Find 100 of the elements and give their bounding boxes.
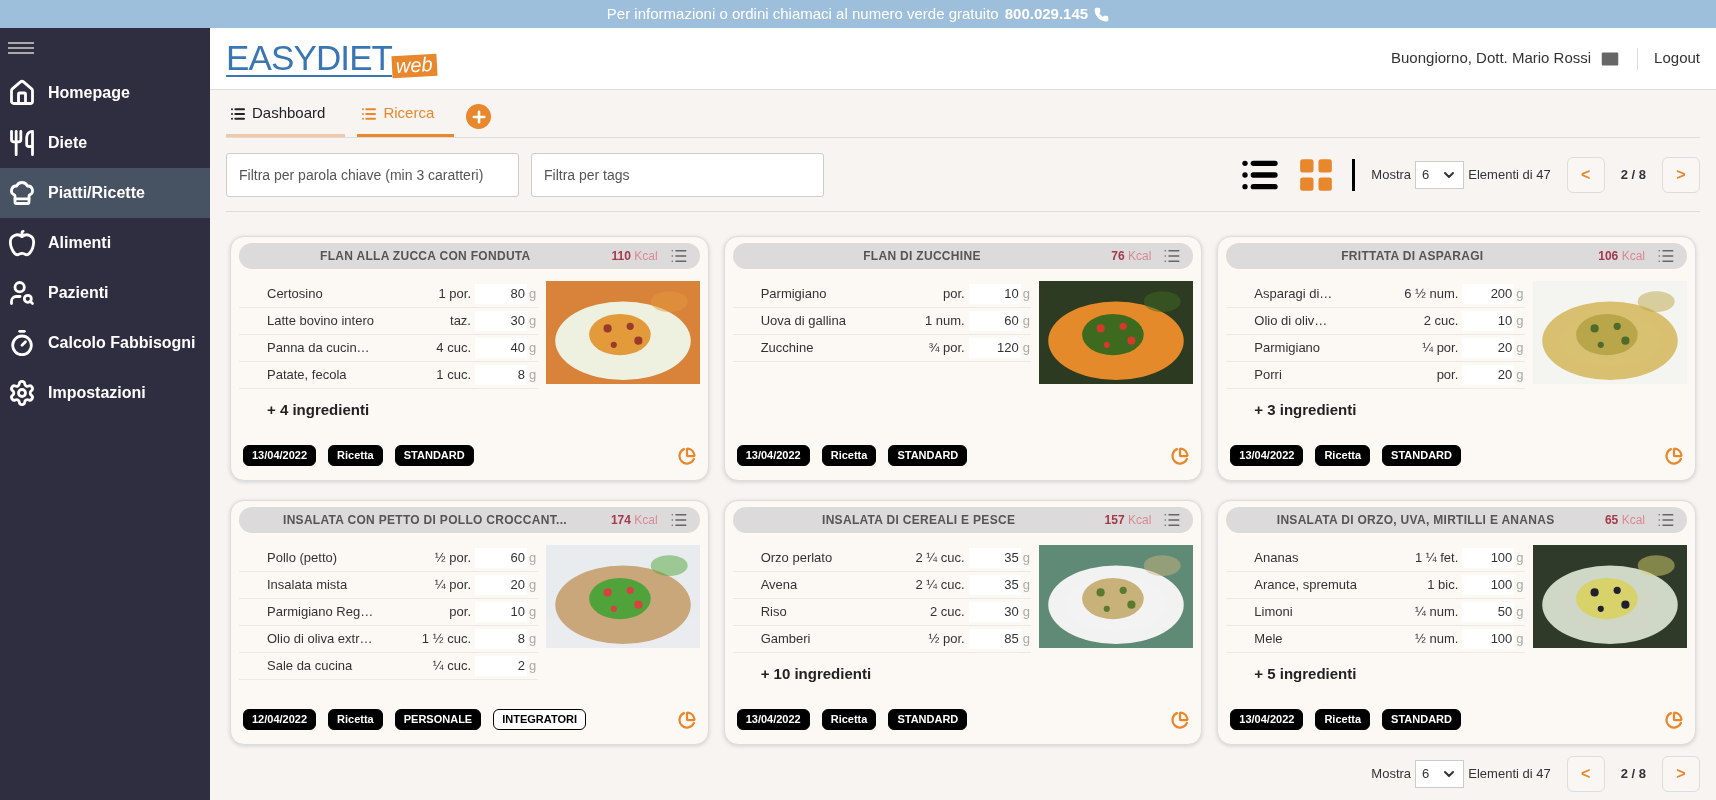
grams-field: 30 (475, 311, 527, 331)
grams-unit: g (529, 339, 537, 358)
ingredient-quantity: 6 ½ num. (1403, 285, 1459, 304)
stopwatch-icon (8, 329, 36, 357)
recipe-card[interactable]: INSALATA DI ORZO, UVA, MIRTILLI E ANANAS 65 Kcal Ananas 1 ¼ fet. 100 g Arance, spremuta 1 bic. 100 g Limoni ¼ num. 50 g Mele ½ num. 100 g + 5 ingredienti 13/04/2022 Ricetta STANDARD (1217, 500, 1696, 745)
menu-icon[interactable] (8, 42, 34, 54)
page-indicator: 2 / 8 (1620, 765, 1646, 784)
logout-link[interactable]: Logout (1654, 47, 1700, 70)
recipe-card[interactable]: FLAN DI ZUCCHINE 76 Kcal Parmigiano por. 10 g Uova di gallina 1 num. 60 g Zucchine ¾ por. 120 g 13/04/2022 Ricetta STANDARD (723, 236, 1203, 481)
pie-chart-icon[interactable] (1665, 710, 1683, 729)
elements-count: Elementi di 47 (1468, 165, 1551, 184)
ingredient-name: Ananas (1254, 549, 1300, 568)
ingredient-quantity: ¼ num. (1413, 603, 1459, 622)
tag: INTEGRATORI (493, 709, 586, 730)
sidebar-item[interactable]: Diete (0, 118, 210, 168)
ingredient-name: Certosino (267, 285, 324, 304)
pie-chart-icon[interactable] (1171, 710, 1190, 729)
grams-unit: g (1516, 312, 1524, 331)
sidebar-item[interactable]: Homepage (0, 68, 210, 118)
grams-field: 120 (968, 338, 1021, 358)
grams-unit: g (529, 285, 537, 304)
calories: 110 Kcal (611, 248, 658, 265)
tag: 13/04/2022 (1230, 709, 1304, 730)
ingredient-quantity: ½ por. (433, 549, 471, 568)
grams-field: 8 (475, 365, 527, 385)
ingredient-quantity: por. (941, 285, 965, 304)
ingredient-quantity: por. (448, 603, 471, 622)
sidebar-item[interactable]: Piatti/Ricette (0, 168, 210, 218)
grams-field: 60 (968, 311, 1021, 331)
sidebar-item[interactable]: Pazienti (0, 268, 210, 318)
tag: Ricetta (1315, 445, 1371, 466)
add-button[interactable] (466, 104, 492, 129)
tags-filter-field[interactable]: Filtra per tags (531, 152, 824, 197)
page-size-select[interactable]: 6 (1415, 760, 1465, 788)
grams-unit: g (1516, 576, 1524, 595)
tag: PERSONALE (394, 709, 482, 730)
grams-unit: g (529, 576, 537, 595)
tag: Ricetta (821, 709, 877, 730)
ingredient-quantity: 4 cuc. (435, 339, 471, 358)
grams-field: 30 (968, 602, 1021, 622)
logo[interactable]: EASYDIETweb (226, 40, 437, 77)
ingredient-name: Riso (760, 603, 788, 622)
ingredient-quantity: ¼ por. (1421, 339, 1459, 358)
pie-chart-icon[interactable] (1171, 446, 1190, 465)
ingredient-quantity: 2 ¼ cuc. (914, 549, 965, 568)
more-ingredients-link[interactable]: + 5 ingredienti (1226, 663, 1357, 686)
ingredient-name: Parmigiano (1254, 339, 1322, 358)
grams-unit: g (1022, 603, 1030, 622)
recipe-card[interactable]: INSALATA DI CEREALI E PESCE 157 Kcal Orzo perlato 2 ¼ cuc. 35 g Avena 2 ¼ cuc. 35 g Riso 2 cuc. 30 g Gamberi ½ por. 85 g + 10 ingredienti 13/04/2022 Ricetta STANDARD (723, 500, 1203, 745)
utensils-icon (8, 129, 36, 157)
more-ingredients-link[interactable]: + 10 ingredienti (732, 663, 872, 686)
list-icon[interactable] (1657, 511, 1675, 529)
grams-field: 2 (475, 656, 527, 676)
chef-hat-icon (8, 179, 36, 207)
ingredient-quantity: 2 ¼ cuc. (914, 576, 965, 595)
grams-field: 10 (475, 602, 527, 622)
grams-field: 20 (475, 575, 527, 595)
phone-icon (1094, 6, 1110, 22)
ingredient-name: Insalata mista (267, 576, 349, 595)
tag: 13/04/2022 (1230, 445, 1304, 466)
ingredient-quantity: 1 ½ cuc. (420, 630, 471, 649)
more-ingredients-link[interactable]: + 3 ingredienti (1226, 399, 1357, 422)
grams-unit: g (1022, 630, 1030, 649)
tag: Ricetta (328, 445, 383, 466)
ingredient-name: Panna da cucin… (267, 339, 371, 358)
page-indicator: 2 / 8 (1620, 165, 1646, 184)
pie-chart-icon[interactable] (677, 446, 696, 465)
list-icon[interactable] (669, 247, 688, 265)
sidebar-item[interactable]: Impostazioni (0, 368, 210, 418)
tab[interactable]: Dashboard (226, 93, 346, 137)
keyword-filter-field[interactable]: Filtra per parola chiave (min 3 caratteri) (226, 152, 519, 197)
apple-icon (8, 229, 36, 257)
grams-unit: g (1022, 576, 1030, 595)
page-size-select[interactable]: 6 (1415, 160, 1465, 189)
list-icon[interactable] (1657, 247, 1675, 265)
pie-chart-icon[interactable] (1665, 446, 1683, 465)
recipe-card[interactable]: FLAN ALLA ZUCCA CON FONDUTA 110 Kcal Certosino 1 por. 80 g Latte bovino intero taz. 30 g Panna da cucin… 4 cuc. 40 g Patate, fecola 1 cuc. 8 g + 4 ingredienti 13/04/2022 Ricetta STANDARD (230, 236, 709, 481)
recipe-title: FLAN ALLA ZUCCA CON FONDUTA (319, 248, 532, 265)
grams-field: 35 (968, 575, 1021, 595)
recipe-card[interactable]: FRITTATA DI ASPARAGI 106 Kcal Asparagi di… 6 ½ num. 200 g Olio di oliv… 2 cuc. 10 g Parmigiano ¼ por. 20 g Porri por. 20 g + 3 ingredienti 13/04/2022 Ricetta STANDARD (1217, 236, 1696, 481)
sidebar-item[interactable]: Calcolo Fabbisogni (0, 318, 210, 368)
list-icon[interactable] (1163, 247, 1182, 265)
grams-field: 8 (475, 629, 527, 649)
grams-unit: g (1516, 630, 1524, 649)
ingredient-quantity: ½ num. (1413, 630, 1459, 649)
pie-chart-icon[interactable] (677, 710, 696, 729)
grams-unit: g (1516, 339, 1524, 358)
ingredient-quantity: ½ por. (927, 630, 965, 649)
recipe-title: INSALATA CON PETTO DI POLLO CROCCANT... (282, 512, 568, 529)
grams-unit: g (1022, 549, 1030, 568)
ingredient-name: Orzo perlato (760, 549, 834, 568)
recipe-card[interactable] (230, 500, 709, 745)
sidebar-item[interactable]: Alimenti (0, 218, 210, 268)
more-ingredients-link[interactable]: + 4 ingredienti (239, 399, 370, 422)
list-icon[interactable] (1163, 511, 1182, 529)
ingredient-name: Limoni (1254, 603, 1294, 622)
ingredient-quantity: ¼ por. (433, 576, 471, 595)
list-icon[interactable] (669, 511, 688, 529)
grams-unit: g (1022, 285, 1030, 304)
grams-field: 20 (1462, 338, 1515, 358)
